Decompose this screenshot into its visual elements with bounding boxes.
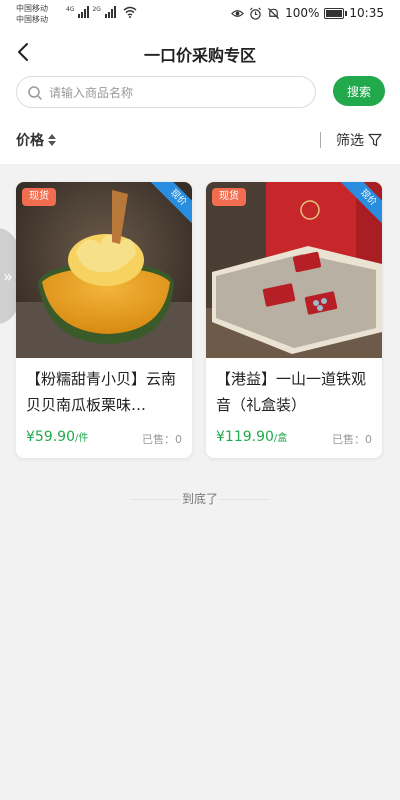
product-card[interactable]: 现货 现价 【粉糯甜青小贝】云南贝贝南瓜板栗味… ¥59.90/件 已售：0 <box>16 182 192 458</box>
price-value: ¥119.90 <box>216 429 274 445</box>
price-unit: /件 <box>75 433 89 444</box>
product-image: 现货 现价 <box>206 182 382 358</box>
filter-label: 筛选 <box>336 133 364 149</box>
stock-tag: 现货 <box>22 188 56 206</box>
eye-icon <box>231 9 245 17</box>
clock: 10:35 <box>349 6 384 20</box>
nav-bar: 一口价采购专区 <box>0 30 400 74</box>
battery-percent: 100% <box>285 6 320 20</box>
search-box[interactable] <box>16 76 316 108</box>
search-icon <box>28 86 42 100</box>
page-title: 一口价采购专区 <box>143 46 256 65</box>
search-button[interactable]: 搜索 <box>333 76 385 106</box>
sold-count: 已售：0 <box>142 433 182 446</box>
product-card[interactable]: 现货 现价 【港益】一山一道铁观音（礼盒装） ¥119.90/盒 已售：0 <box>206 182 382 458</box>
signal-2-label: 2G <box>92 6 101 13</box>
end-of-list-text: 到底了 <box>181 492 218 506</box>
search-input[interactable] <box>49 83 299 103</box>
product-title: 【港益】一山一道铁观音（礼盒装） <box>216 370 367 414</box>
price-value: ¥59.90 <box>26 429 75 445</box>
product-price: ¥59.90/件 <box>26 429 88 445</box>
status-right: 100% 10:35 <box>231 6 384 20</box>
sold-count: 已售：0 <box>332 433 372 446</box>
carrier-1: 中国移动 <box>16 4 48 13</box>
signal-1-label: 4G <box>66 6 75 13</box>
filter-divider <box>320 132 321 148</box>
carrier-labels: 中国移动 中国移动 <box>16 3 48 25</box>
price-unit: /盒 <box>273 433 288 444</box>
filter-bar: 价格 筛选 <box>0 118 400 164</box>
carrier-2: 中国移动 <box>16 15 48 24</box>
filter-button[interactable]: 筛选 <box>336 130 382 150</box>
expand-chevrons-icon: » <box>3 266 13 286</box>
filter-funnel-icon <box>368 133 382 147</box>
product-image: 现货 现价 <box>16 182 192 358</box>
end-divider-right <box>220 499 270 500</box>
mute-bell-icon <box>268 7 280 19</box>
stock-tag: 现货 <box>212 188 246 206</box>
alarm-icon <box>250 7 262 20</box>
status-bar: 中国移动 中国移动 4G 2G 100% 10:35 <box>0 0 400 30</box>
sort-price-label: 价格 <box>16 133 44 149</box>
wifi-icon <box>123 6 137 18</box>
sort-arrows-icon <box>48 134 56 146</box>
sort-by-price[interactable]: 价格 <box>16 130 56 150</box>
product-price: ¥119.90/盒 <box>216 429 287 445</box>
search-bar: 搜索 <box>0 74 400 118</box>
signal-2-icon <box>104 6 116 18</box>
product-title: 【粉糯甜青小贝】云南贝贝南瓜板栗味… <box>26 370 177 414</box>
signal-1-icon <box>78 6 90 18</box>
battery-icon <box>324 7 348 19</box>
signal-indicators: 4G 2G <box>66 6 137 18</box>
